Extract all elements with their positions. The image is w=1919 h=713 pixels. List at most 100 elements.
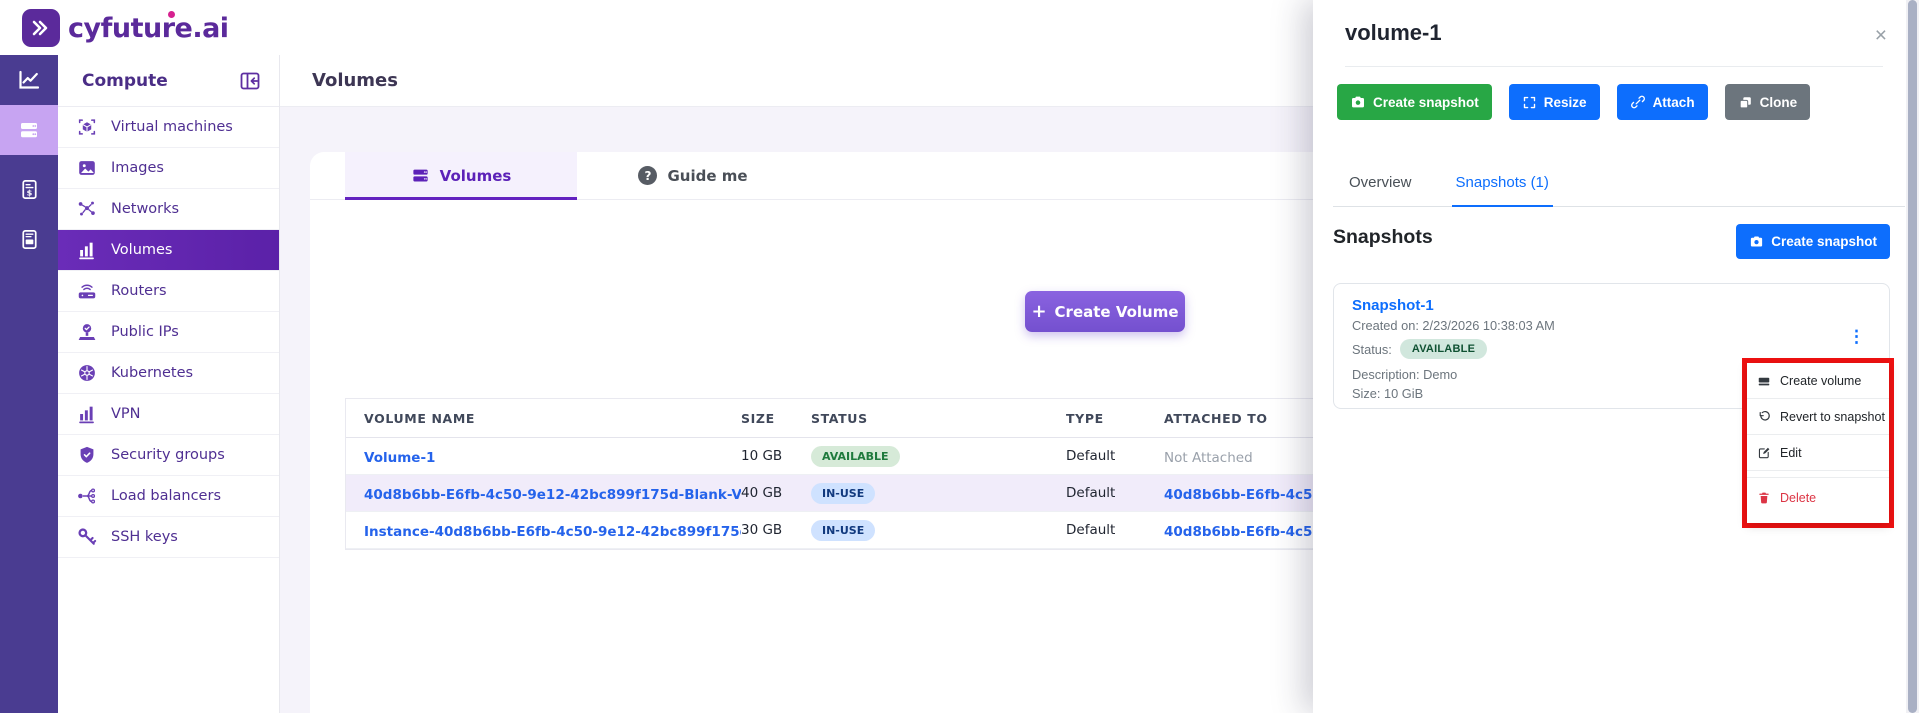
brand-accent-dot <box>168 11 175 18</box>
status-badge: IN-USE <box>811 520 875 541</box>
tab-guide-me[interactable]: ? Guide me <box>577 152 809 199</box>
svg-text:$: $ <box>26 187 32 197</box>
sidebar-item-label: Networks <box>111 201 179 217</box>
attach-button[interactable]: Attach <box>1617 84 1708 120</box>
panel-action-buttons: Create snapshot Resize Attach Clone <box>1337 84 1810 120</box>
create-snapshot-button[interactable]: Create snapshot <box>1337 84 1492 120</box>
volumes-table: VOLUME NAME SIZE STATUS TYPE ATTACHED TO… <box>345 398 1425 550</box>
divider <box>1345 66 1883 67</box>
resize-icon <box>1522 95 1537 110</box>
menu-item-revert-to-snapshot[interactable]: Revert to snapshot <box>1747 399 1889 435</box>
usage-report-icon <box>18 228 41 251</box>
camera-icon <box>1749 234 1764 249</box>
status-badge: AVAILABLE <box>811 446 900 467</box>
sidebar-item-networks[interactable]: Networks <box>58 189 279 230</box>
sidebar-item-ssh-keys[interactable]: SSH keys <box>58 517 279 558</box>
cube-icon <box>76 116 98 138</box>
volume-size: 40 GB <box>741 485 811 501</box>
kebab-menu-icon[interactable]: ⋮ <box>1848 328 1865 345</box>
icon-rail: $ <box>0 55 58 713</box>
sidebar-item-label: Public IPs <box>111 324 179 340</box>
sidebar-item-label: VPN <box>111 406 141 422</box>
resize-button[interactable]: Resize <box>1509 84 1600 120</box>
table-row: Instance-40d8b6bb-E6fb-4c50-9e12-42bc899… <box>346 512 1424 549</box>
brand-logo-icon <box>22 9 60 47</box>
column-header-type: TYPE <box>1066 411 1164 426</box>
attached-to-value: Not Attached <box>1164 450 1253 466</box>
close-icon[interactable]: × <box>1875 24 1887 48</box>
sidebar-item-label: SSH keys <box>111 529 178 545</box>
sidebar-item-label: Volumes <box>111 242 172 258</box>
compute-servers-icon <box>17 118 41 142</box>
clone-button[interactable]: Clone <box>1725 84 1811 120</box>
volume-name-link[interactable]: 40d8b6bb-E6fb-4c50-9e12-42bc899f175d-Bla… <box>364 487 741 503</box>
volume-type: Default <box>1066 448 1164 464</box>
shield-check-icon <box>76 444 98 466</box>
create-volume-button[interactable]: + Create Volume <box>1025 291 1185 332</box>
menu-item-edit[interactable]: Edit <box>1747 435 1889 471</box>
bar-chart-icon <box>76 239 98 261</box>
tab-overview[interactable]: Overview <box>1345 166 1416 206</box>
snapshot-name-link[interactable]: Snapshot-1 <box>1352 297 1871 314</box>
menu-item-create-volume[interactable]: Create volume <box>1747 363 1889 399</box>
tab-label: Guide me <box>667 167 747 185</box>
rail-item-compute[interactable] <box>0 105 58 155</box>
panel-scrollbar[interactable] <box>1906 0 1919 713</box>
network-icon <box>76 198 98 220</box>
menu-item-delete[interactable]: Delete <box>1747 478 1889 518</box>
red-annotation-box: Create volume Revert to snapshot Edit De… <box>1742 358 1894 528</box>
sidebar-item-images[interactable]: Images <box>58 148 279 189</box>
rail-item-analytics[interactable] <box>0 55 58 105</box>
camera-icon <box>1350 94 1366 110</box>
create-snapshot-button-secondary[interactable]: Create snapshot <box>1736 224 1890 259</box>
menu-divider <box>1747 471 1889 478</box>
line-chart-icon <box>17 68 41 92</box>
rail-item-billing[interactable]: $ <box>0 164 58 214</box>
sidebar-item-virtual-machines[interactable]: Virtual machines <box>58 107 279 148</box>
volume-type: Default <box>1066 522 1164 538</box>
sidebar-item-label: Load balancers <box>111 488 221 504</box>
snapshot-status-badge: AVAILABLE <box>1400 339 1487 359</box>
column-header-size: SIZE <box>741 411 811 426</box>
panel-collapse-icon[interactable] <box>237 68 263 94</box>
app-root: cyfuture.ai $ Com <box>0 0 1919 713</box>
sidebar-item-load-balancers[interactable]: Load balancers <box>58 476 279 517</box>
volume-name-link[interactable]: Instance-40d8b6bb-E6fb-4c50-9e12-42bc899… <box>364 524 741 540</box>
volume-size: 10 GB <box>741 448 811 464</box>
clone-icon <box>1738 95 1753 110</box>
image-icon <box>76 157 98 179</box>
load-balancer-icon <box>76 485 98 507</box>
panel-title: volume-1 <box>1345 20 1442 46</box>
sidebar-item-label: Kubernetes <box>111 365 193 381</box>
snapshots-section-title: Snapshots <box>1333 226 1433 249</box>
tab-snapshots[interactable]: Snapshots (1) <box>1452 166 1553 207</box>
sidebar-item-routers[interactable]: Routers <box>58 271 279 312</box>
billing-invoice-icon: $ <box>18 178 41 201</box>
sidebar-header: Compute <box>58 55 279 107</box>
sidebar-item-volumes[interactable]: Volumes <box>58 230 279 271</box>
volume-name-link[interactable]: Volume-1 <box>364 450 435 466</box>
sidebar-item-security-groups[interactable]: Security groups <box>58 435 279 476</box>
tab-volumes[interactable]: Volumes <box>345 152 577 199</box>
snapshot-context-menu: Create volume Revert to snapshot Edit De… <box>1747 363 1889 523</box>
status-badge: IN-USE <box>811 483 875 504</box>
compute-sidebar: Compute Virtual machines Images Networks… <box>58 55 280 713</box>
sidebar-title: Compute <box>82 71 237 91</box>
public-ip-icon <box>76 321 98 343</box>
link-icon <box>1630 94 1646 110</box>
sidebar-item-public-ips[interactable]: Public IPs <box>58 312 279 353</box>
sidebar-item-label: Images <box>111 160 164 176</box>
rail-item-reports[interactable] <box>0 214 58 264</box>
scrollbar-thumb[interactable] <box>1908 0 1917 713</box>
sidebar-item-kubernetes[interactable]: Kubernetes <box>58 353 279 394</box>
sidebar-item-label: Routers <box>111 283 167 299</box>
sidebar-item-label: Security groups <box>111 447 225 463</box>
brand-logo[interactable]: cyfuture.ai <box>22 9 229 47</box>
sidebar-item-vpn[interactable]: VPN <box>58 394 279 435</box>
snapshot-created: Created on: 2/23/2026 10:38:03 AM <box>1352 318 1871 333</box>
volume-detail-panel: volume-1 × Create snapshot Resize Attach… <box>1313 0 1919 713</box>
column-header-volume-name: VOLUME NAME <box>346 411 741 426</box>
panel-tabbar: Overview Snapshots (1) <box>1333 166 1905 207</box>
kubernetes-icon <box>76 362 98 384</box>
volume-type: Default <box>1066 485 1164 501</box>
